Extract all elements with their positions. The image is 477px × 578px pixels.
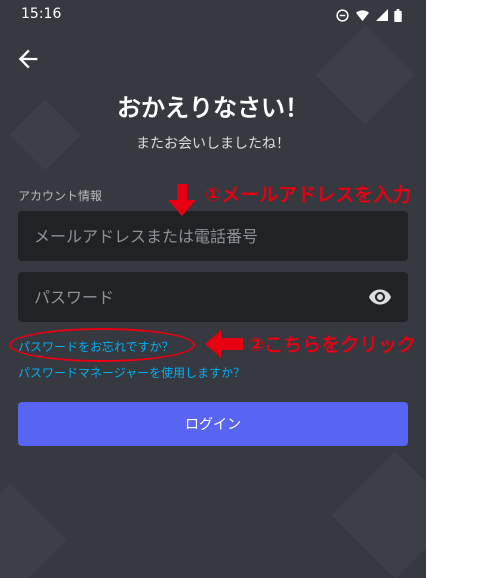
status-bar: 15:16 [0, 0, 426, 32]
phone-screen: 15:16 おかえりなさい！ またお会いしましたね！ アカウント情報 メールアド… [0, 0, 426, 578]
email-field[interactable] [18, 211, 408, 261]
background-decoration [0, 483, 67, 578]
background-decoration [331, 451, 426, 578]
do-not-disturb-icon [336, 8, 349, 22]
back-button[interactable] [14, 45, 42, 73]
arrow-left-annotation-icon [205, 330, 243, 358]
page-title: おかえりなさい！ [117, 94, 309, 122]
battery-icon [394, 8, 402, 22]
arrow-down-annotation-icon [168, 184, 196, 216]
eye-icon[interactable] [368, 285, 392, 309]
annotation-step1: ①メールアドレスを入力 [205, 184, 412, 206]
status-time: 15:16 [21, 6, 62, 22]
signal-icon [376, 9, 388, 21]
arrow-left-icon [18, 49, 38, 69]
annotation-step2: ②こちらをクリック [248, 334, 417, 356]
status-icons [336, 8, 402, 22]
password-manager-link[interactable]: パスワードマネージャーを使用しますか？ [18, 364, 245, 381]
highlight-circle [9, 328, 195, 362]
login-button[interactable]: ログイン [18, 402, 408, 446]
password-input[interactable] [18, 272, 408, 322]
wifi-icon [356, 9, 369, 21]
password-field[interactable] [18, 272, 408, 322]
email-input[interactable] [18, 211, 408, 261]
account-info-label: アカウント情報 [18, 189, 103, 203]
page-subtitle: またお会いしましたね！ [136, 136, 290, 152]
